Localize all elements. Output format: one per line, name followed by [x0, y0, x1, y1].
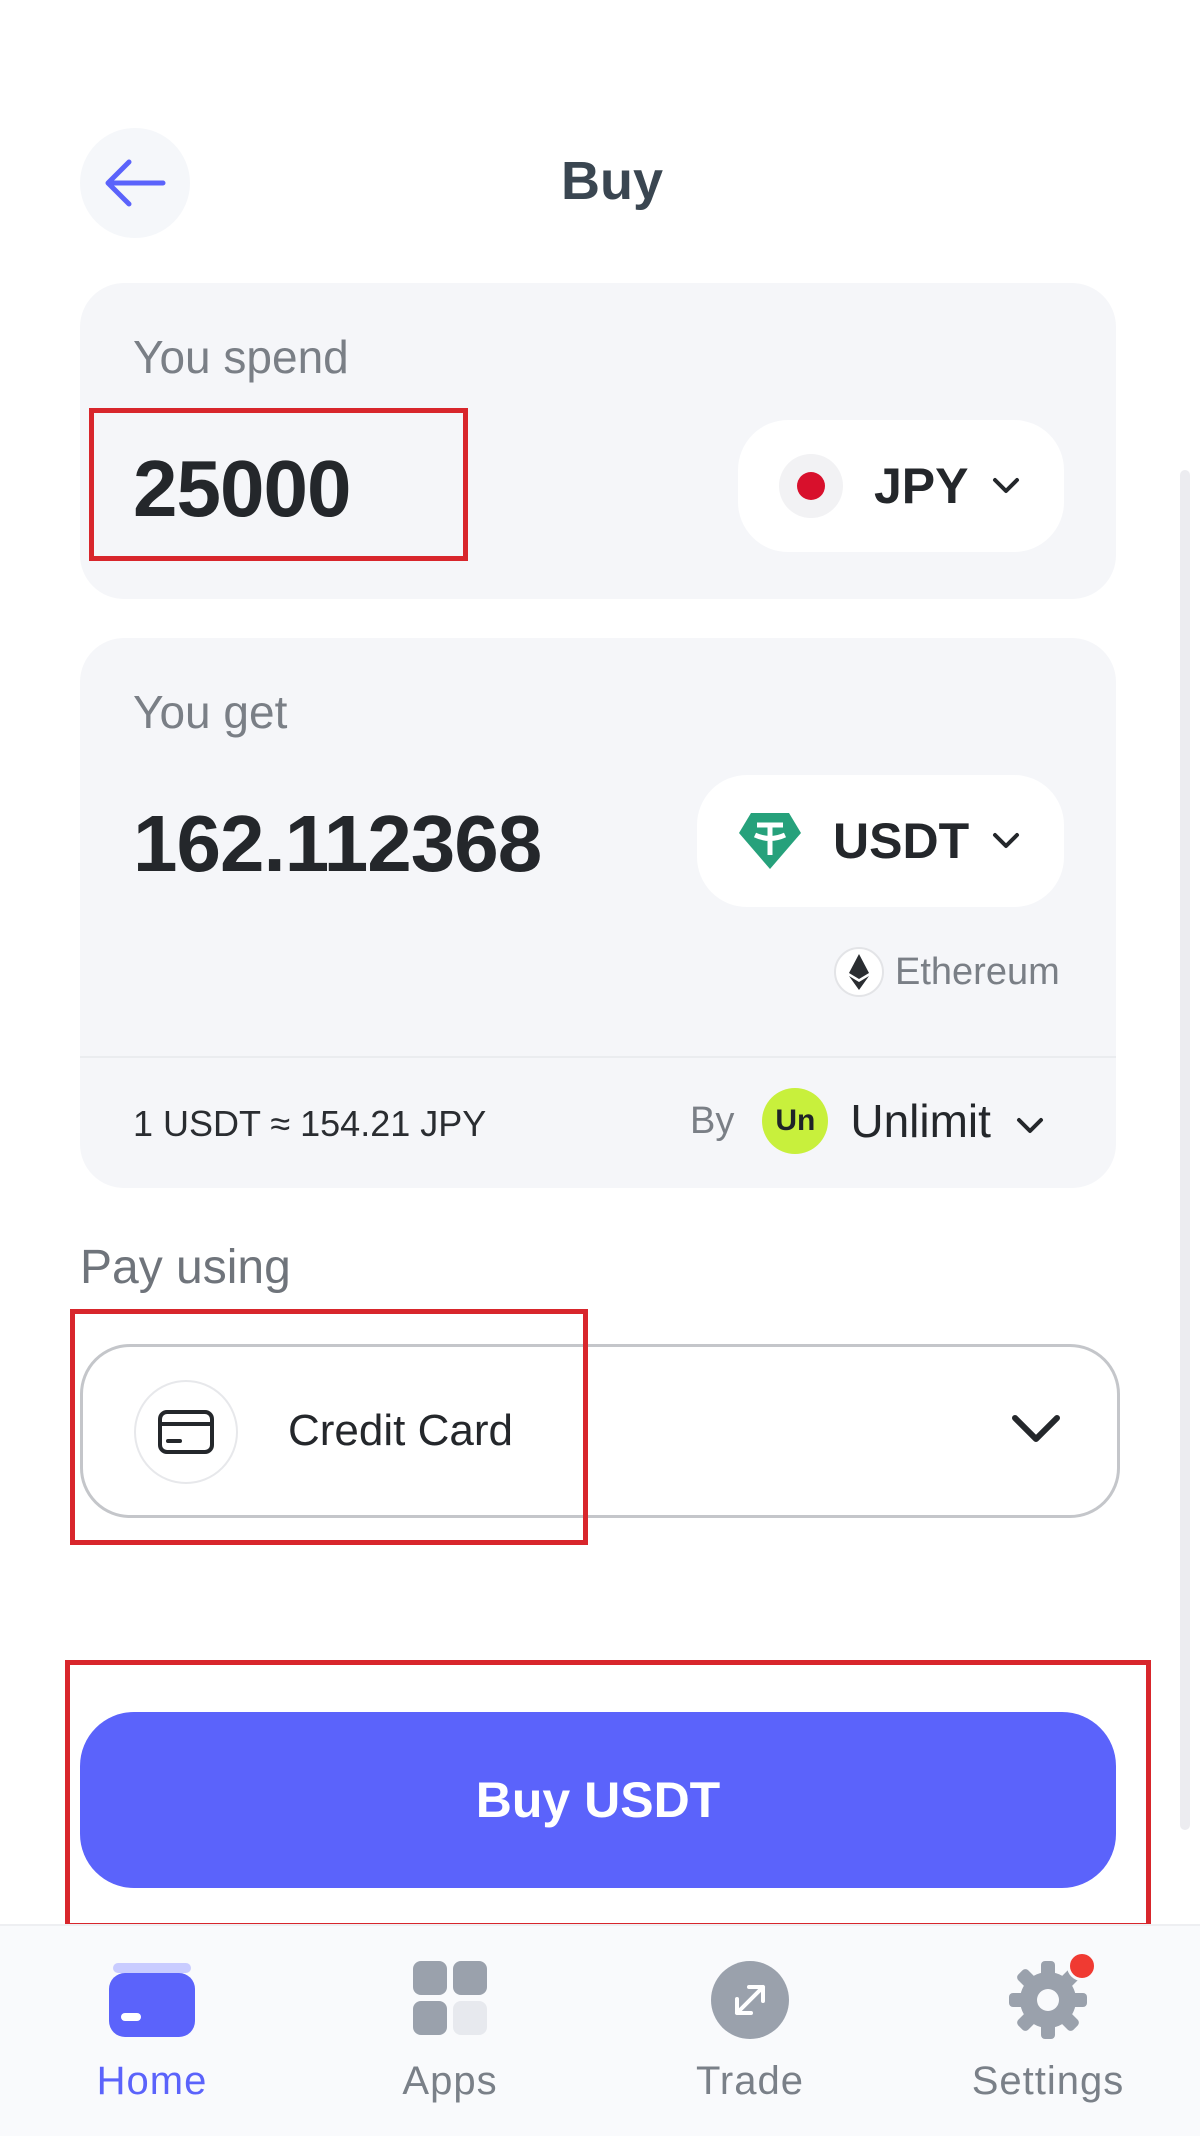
network-badge: Ethereum	[833, 946, 1060, 998]
nav-label-apps: Apps	[402, 2059, 498, 2103]
receive-currency-code: USDT	[833, 813, 970, 869]
highlight-box-payment	[70, 1309, 588, 1545]
ethereum-icon	[834, 947, 884, 997]
provider-selector[interactable]: By Un Unlimit	[690, 1088, 1045, 1154]
highlight-box-amount	[89, 408, 468, 561]
nav-label-home: Home	[96, 2059, 208, 2103]
chevron-down-icon	[1012, 1415, 1060, 1442]
highlight-box-buy	[65, 1660, 1151, 1928]
tether-icon	[739, 813, 801, 869]
spend-currency-code: JPY	[874, 458, 969, 514]
receive-label: You get	[133, 686, 288, 738]
chevron-down-icon	[992, 478, 1019, 493]
nav-item-settings[interactable]: Settings	[918, 1951, 1178, 2104]
page-title: Buy	[560, 151, 663, 211]
notification-badge	[1067, 1951, 1097, 1981]
nav-label-trade: Trade	[695, 2059, 804, 2103]
nav-label-settings: Settings	[971, 2059, 1125, 2103]
provider-by-label: By	[690, 1099, 735, 1142]
trade-swap-icon	[705, 1955, 795, 2045]
receive-currency-selector[interactable]: USDT	[697, 775, 1064, 907]
gear-icon	[1003, 1951, 1097, 2045]
unlimit-logo-icon: Un	[762, 1088, 829, 1154]
apps-grid-icon	[405, 1955, 495, 2045]
japan-flag-icon	[779, 454, 843, 518]
spend-currency-selector[interactable]: JPY	[738, 420, 1064, 552]
chevron-down-icon	[993, 833, 1020, 848]
nav-item-trade[interactable]: Trade	[620, 1955, 880, 2104]
divider	[80, 1056, 1116, 1058]
chevron-down-icon	[1016, 1118, 1043, 1133]
pay-using-label: Pay using	[80, 1241, 291, 1294]
exchange-rate: 1 USDT ≈ 154.21 JPY	[133, 1103, 487, 1144]
provider-name: Unlimit	[850, 1095, 991, 1147]
receive-amount: 162.112368	[133, 799, 542, 888]
wallet-icon	[107, 1955, 197, 2045]
nav-item-home[interactable]: Home	[22, 1955, 282, 2104]
network-name: Ethereum	[895, 950, 1060, 993]
scrollbar[interactable]	[1180, 470, 1190, 1830]
spend-label: You spend	[133, 331, 349, 383]
nav-item-apps[interactable]: Apps	[320, 1955, 580, 2104]
